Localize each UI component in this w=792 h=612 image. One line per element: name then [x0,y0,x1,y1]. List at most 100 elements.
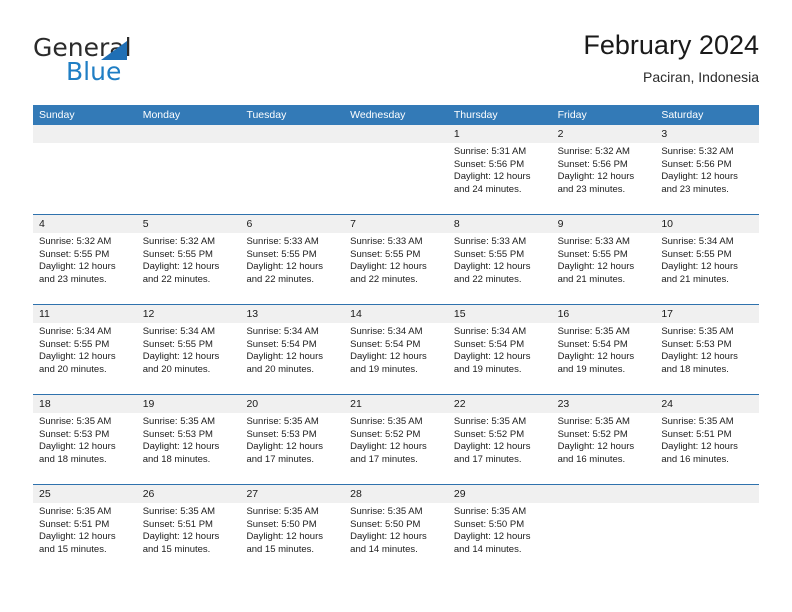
calendar-day-cell[interactable]: 9 Sunrise: 5:33 AM Sunset: 5:55 PM Daylight… [551,215,656,304]
day-sun-info [33,143,137,146]
day-sun-info [240,143,344,146]
day-info-line: Sunrise: 5:35 AM [39,506,112,517]
calendar-grid: Sunday Monday Tuesday Wednesday Thursday Frid… [33,105,760,575]
day-info-line: Daylight: 12 hours [557,441,635,453]
day-number [136,125,241,143]
day-info-line: Sunset: 5:51 PM [39,518,110,530]
day-info-line: Sunrise: 5:34 AM [142,326,216,337]
day-info-line: and 22 minutes. [453,273,522,285]
day-sun-info: Sunrise: 5:34 AM Sunset: 5:54 PM Daylight:… [240,323,344,376]
calendar-day-cell[interactable]: 19 Sunrise: 5:35 AM Sunset: 5:53 PM Dayligh… [136,395,241,484]
day-info-line: Sunset: 5:55 PM [453,248,525,260]
calendar-day-cell[interactable]: 5 Sunrise: 5:32 AM Sunset: 5:55 PM Daylight… [136,215,241,304]
day-info-line: Sunrise: 5:35 AM [453,506,527,517]
calendar-day-cell[interactable]: 7 Sunrise: 5:33 AM Sunset: 5:55 PM Daylight… [344,215,448,304]
day-info-line: Sunrise: 5:33 AM [453,236,527,247]
calendar-day-cell[interactable]: 21 Sunrise: 5:35 AM Sunset: 5:52 PM Dayligh… [344,395,448,484]
calendar-day-cell[interactable]: 29 Sunrise: 5:35 AM Sunset: 5:50 PM Dayligh… [447,485,552,575]
day-info-line: Daylight: 12 hours [661,441,738,453]
day-info-line: Daylight: 12 hours [453,351,531,363]
calendar-week-row: 25 Sunrise: 5:35 AM Sunset: 5:51 PM Dayligh… [33,485,760,575]
day-info-line: Daylight: 12 hours [350,261,427,273]
day-info-line: and 18 minutes. [39,453,107,465]
calendar-day-cell[interactable]: 2 Sunrise: 5:32 AM Sunset: 5:56 PM Daylight… [551,125,656,214]
day-info-line: Sunrise: 5:34 AM [453,326,527,337]
day-number: 19 [136,395,241,413]
calendar-day-cell[interactable]: 10 Sunrise: 5:34 AM Sunset: 5:55 PM Dayligh… [655,215,760,304]
calendar-day-cell[interactable]: 15 Sunrise: 5:34 AM Sunset: 5:54 PM Dayligh… [447,305,552,394]
day-info-line: and 23 minutes. [39,273,107,285]
day-info-line: Daylight: 12 hours [39,531,116,543]
day-info-line: Sunset: 5:51 PM [661,428,732,440]
day-info-line: Daylight: 12 hours [39,441,116,453]
calendar-day-cell[interactable]: 4 Sunrise: 5:32 AM Sunset: 5:55 PM Daylight… [33,215,137,304]
day-info-line: Sunrise: 5:35 AM [557,326,630,337]
day-sun-info: Sunrise: 5:32 AM Sunset: 5:55 PM Daylight:… [33,233,137,286]
calendar-day-cell[interactable]: 18 Sunrise: 5:35 AM Sunset: 5:53 PM Dayligh… [33,395,137,484]
calendar-day-cell[interactable]: 6 Sunrise: 5:33 AM Sunset: 5:55 PM Daylight… [240,215,345,304]
day-sun-info: Sunrise: 5:32 AM Sunset: 5:56 PM Daylight:… [655,143,759,196]
day-info-line: and 18 minutes. [661,363,729,375]
day-info-line: and 23 minutes. [661,183,729,195]
day-info-line: Sunrise: 5:35 AM [142,416,216,427]
day-sun-info: Sunrise: 5:35 AM Sunset: 5:53 PM Daylight:… [655,323,759,376]
day-info-line: and 20 minutes. [246,363,315,375]
calendar-day-cell[interactable]: 12 Sunrise: 5:34 AM Sunset: 5:55 PM Dayligh… [136,305,241,394]
day-info-line: Sunset: 5:53 PM [39,428,110,440]
general-blue-logo: General Blue [33,34,233,90]
day-info-line: and 14 minutes. [453,543,522,555]
day-sun-info [137,143,241,146]
calendar-day-cell[interactable]: 26 Sunrise: 5:35 AM Sunset: 5:51 PM Dayligh… [136,485,241,575]
page-title: February 2024 [583,30,759,60]
calendar-day-cell[interactable]: 11 Sunrise: 5:34 AM Sunset: 5:55 PM Dayligh… [33,305,137,394]
calendar-day-cell[interactable]: 22 Sunrise: 5:35 AM Sunset: 5:52 PM Dayligh… [447,395,552,484]
calendar-day-cell[interactable]: 14 Sunrise: 5:34 AM Sunset: 5:54 PM Dayligh… [344,305,448,394]
weekday-header-tuesday: Tuesday [246,109,287,121]
day-info-line: Daylight: 12 hours [142,531,220,543]
day-sun-info: Sunrise: 5:35 AM Sunset: 5:51 PM Daylight:… [33,503,137,556]
day-sun-info: Sunrise: 5:35 AM Sunset: 5:53 PM Daylight:… [240,413,344,466]
calendar-day-cell-empty [136,125,241,214]
calendar-day-cell[interactable]: 25 Sunrise: 5:35 AM Sunset: 5:51 PM Dayligh… [33,485,137,575]
calendar-day-cell[interactable]: 1 Sunrise: 5:31 AM Sunset: 5:56 PM Daylight… [447,125,552,214]
calendar-day-cell[interactable]: 20 Sunrise: 5:35 AM Sunset: 5:53 PM Dayligh… [240,395,345,484]
day-info-line: Sunrise: 5:35 AM [350,506,423,517]
day-info-line: Sunset: 5:56 PM [453,158,525,170]
day-info-line: Daylight: 12 hours [142,351,220,363]
day-number: 24 [655,395,760,413]
day-info-line: Sunset: 5:55 PM [246,248,317,260]
day-info-line: Sunrise: 5:34 AM [661,236,734,247]
day-sun-info: Sunrise: 5:34 AM Sunset: 5:55 PM Daylight:… [655,233,759,286]
day-info-line: and 21 minutes. [557,273,626,285]
day-info-line: Sunrise: 5:35 AM [142,506,216,517]
calendar-day-cell[interactable]: 28 Sunrise: 5:35 AM Sunset: 5:50 PM Dayligh… [344,485,448,575]
calendar-weeks: 1 Sunrise: 5:31 AM Sunset: 5:56 PM Daylight… [33,125,760,575]
day-number: 27 [240,485,345,503]
day-number: 10 [655,215,760,233]
day-info-line: Daylight: 12 hours [246,531,324,543]
calendar-week-row: 4 Sunrise: 5:32 AM Sunset: 5:55 PM Daylight… [33,215,760,305]
calendar-day-cell[interactable]: 3 Sunrise: 5:32 AM Sunset: 5:56 PM Daylight… [655,125,760,214]
calendar-day-cell[interactable]: 17 Sunrise: 5:35 AM Sunset: 5:53 PM Dayligh… [655,305,760,394]
day-info-line: Sunset: 5:55 PM [39,248,110,260]
calendar-day-cell[interactable]: 27 Sunrise: 5:35 AM Sunset: 5:50 PM Dayligh… [240,485,345,575]
calendar-day-cell[interactable]: 24 Sunrise: 5:35 AM Sunset: 5:51 PM Dayligh… [655,395,760,484]
day-info-line: Sunrise: 5:34 AM [350,326,423,337]
day-sun-info: Sunrise: 5:35 AM Sunset: 5:54 PM Daylight:… [552,323,656,376]
day-info-line: Daylight: 12 hours [39,261,116,273]
day-info-line: Daylight: 12 hours [142,261,220,273]
calendar-day-cell[interactable]: 23 Sunrise: 5:35 AM Sunset: 5:52 PM Dayligh… [551,395,656,484]
day-info-line: and 19 minutes. [453,363,522,375]
day-number: 11 [33,305,137,323]
weekday-header-saturday: Saturday [661,109,704,121]
day-info-line: Sunset: 5:53 PM [661,338,732,350]
calendar-day-cell[interactable]: 16 Sunrise: 5:35 AM Sunset: 5:54 PM Dayligh… [551,305,656,394]
day-info-line: and 20 minutes. [142,363,211,375]
calendar-day-cell[interactable]: 8 Sunrise: 5:33 AM Sunset: 5:55 PM Daylight… [447,215,552,304]
day-info-line: and 15 minutes. [39,543,107,555]
calendar-day-cell[interactable]: 13 Sunrise: 5:34 AM Sunset: 5:54 PM Dayligh… [240,305,345,394]
day-info-line: Sunrise: 5:33 AM [246,236,319,247]
day-number: 13 [240,305,345,323]
calendar-page: General Blue February 2024 Paciran, Indo… [0,0,792,612]
day-number: 16 [551,305,656,323]
